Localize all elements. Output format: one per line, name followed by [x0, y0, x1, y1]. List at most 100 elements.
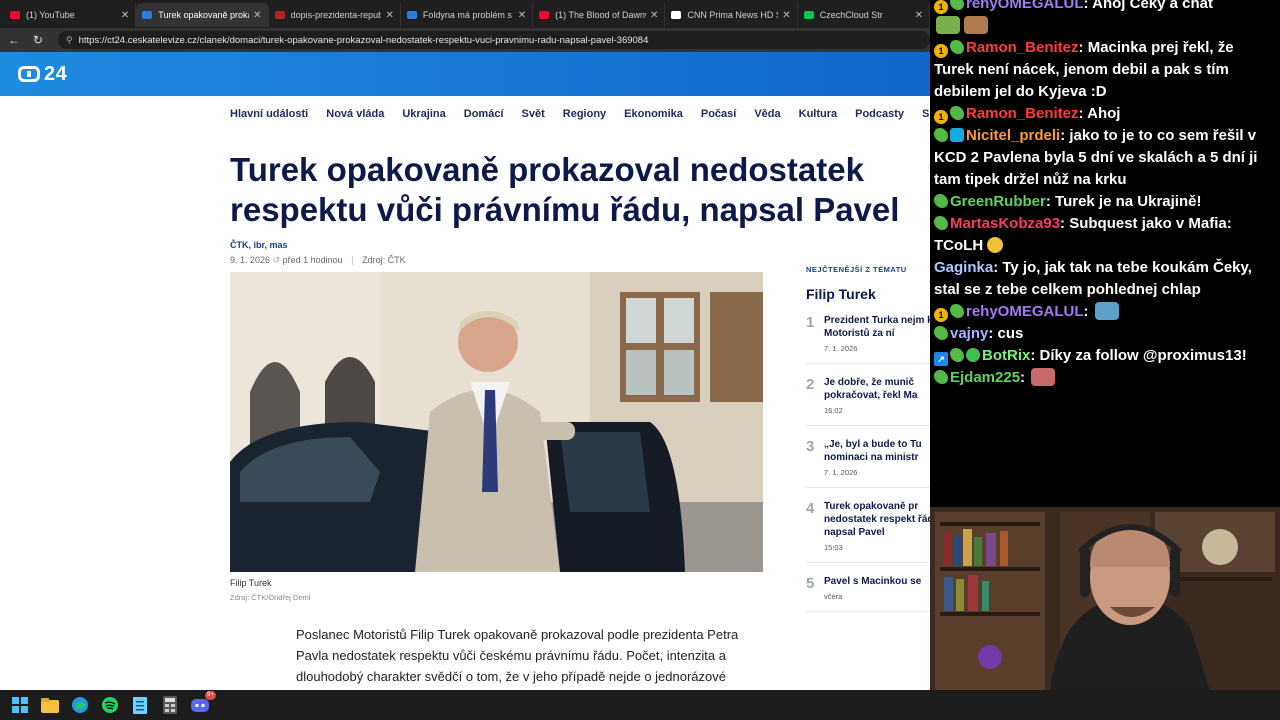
subscriber-badge-icon: 1: [934, 110, 948, 124]
chat-username[interactable]: rehyOMEGALUL: [966, 303, 1084, 320]
related-article-text: Turek opakovaně pr nedostatek respekt řá…: [824, 500, 930, 552]
related-article-item[interactable]: 1 Prezident Turka nejm klub Motoristů za …: [806, 314, 930, 364]
spotify-icon[interactable]: [100, 695, 120, 715]
close-tab-icon[interactable]: ✕: [782, 10, 790, 21]
chat-separator: :: [1083, 0, 1093, 12]
related-article-text: „Je, byl a bude to Tu nominaci na minist…: [824, 438, 930, 477]
related-article-item[interactable]: 2 Je dobře, že munič pokračovat, řekl Ma 1…: [806, 376, 930, 426]
leaf-badge-icon: [934, 216, 948, 230]
url-field[interactable]: ⚲ https://ct24.ceskatelevize.cz/clanek/d…: [58, 31, 930, 49]
nav-item[interactable]: Věda: [754, 108, 780, 120]
tab-label: dopis-prezidenta-republiky-p: [290, 10, 382, 20]
screen: (1) YouTube✕Turek opakovaně prokazoval✕d…: [0, 0, 1280, 720]
chat-username[interactable]: BotRix: [982, 347, 1030, 364]
tab-label: CzechCloud Str: [819, 10, 883, 20]
webcam-feed: [930, 507, 1280, 690]
related-article-title[interactable]: Je dobře, že munič pokračovat, řekl Ma: [824, 376, 930, 402]
rank-number: 1: [806, 314, 815, 331]
article-source: Zdroj: ČTK: [362, 255, 406, 265]
back-icon[interactable]: ←: [4, 33, 24, 47]
address-bar: ← ↻ ⚲ https://ct24.ceskatelevize.cz/clan…: [0, 28, 930, 52]
tab-strip: (1) YouTube✕Turek opakovaně prokazoval✕d…: [0, 0, 930, 28]
discord-notification-badge: 9+: [205, 691, 216, 700]
chat-emote-icon: [1094, 302, 1119, 320]
close-tab-icon[interactable]: ✕: [650, 10, 658, 21]
related-article-text: Je dobře, že munič pokračovat, řekl Ma 16…: [824, 376, 930, 415]
nav-item[interactable]: Hlavní události: [230, 108, 308, 120]
nav-item[interactable]: Svět: [522, 108, 545, 120]
chat-username[interactable]: Nicitel_prdeli: [966, 127, 1060, 144]
sidebar-topic[interactable]: Filip Turek: [806, 286, 930, 302]
windows-start-icon[interactable]: [10, 695, 30, 715]
browser-tab[interactable]: Foldyna má problém s vyslov ✕: [401, 3, 534, 27]
chat-message: Gaginka: Ty jo, jak tak na tebe koukám Č…: [930, 257, 1280, 301]
chat-message: Nicitel_prdeli: jako to je to co sem řeš…: [930, 125, 1280, 191]
chat-message: 1 Ramon_Benitez: Ahoj: [930, 103, 1280, 125]
chat-username[interactable]: rehyOMEGALUL: [966, 0, 1084, 12]
site-info-icon[interactable]: ⚲: [66, 35, 73, 46]
related-article-title[interactable]: „Je, byl a bude to Tu nominaci na minist…: [824, 438, 930, 464]
nav-item[interactable]: Spo: [922, 108, 930, 120]
article-authors[interactable]: ČTK, ibr, mas: [230, 240, 288, 250]
url-text: https://ct24.ceskatelevize.cz/clanek/dom…: [78, 34, 649, 46]
chat-username[interactable]: GreenRubber: [950, 193, 1046, 210]
verified-badge-icon: [966, 348, 980, 362]
nav-item[interactable]: Nová vláda: [326, 108, 384, 120]
ct24-logo[interactable]: 24: [18, 63, 67, 86]
related-article-title[interactable]: Pavel s Macinkou se: [824, 575, 921, 588]
leaf-badge-icon: [950, 0, 964, 10]
close-tab-icon[interactable]: ✕: [915, 10, 923, 21]
leaf-badge-icon: [934, 128, 948, 142]
webcam-illustration: [930, 507, 1280, 690]
chat-username[interactable]: Ejdam225: [950, 369, 1020, 386]
calculator-icon[interactable]: [160, 695, 180, 715]
chat-separator: :: [1030, 347, 1040, 364]
leaf-badge-icon: [950, 304, 964, 318]
close-tab-icon[interactable]: ✕: [385, 10, 393, 21]
nav-item[interactable]: Kultura: [799, 108, 838, 120]
edge-browser-icon[interactable]: [70, 695, 90, 715]
photo-source: Zdroj: ČTK/Ondřej Deml: [230, 593, 311, 602]
nav-item[interactable]: Ekonomika: [624, 108, 683, 120]
chat-username[interactable]: Ramon_Benitez: [966, 39, 1079, 56]
related-article-text: Pavel s Macinkou se včera: [824, 575, 921, 601]
chat-separator: :: [1078, 39, 1088, 56]
chat-separator: :: [1045, 193, 1056, 210]
article-photo[interactable]: [230, 272, 763, 572]
tab-label: Foldyna má problém s vyslov: [422, 10, 514, 20]
reload-icon[interactable]: ↻: [28, 33, 48, 47]
related-article-item[interactable]: 5 Pavel s Macinkou se včera: [806, 575, 930, 612]
chat-username[interactable]: vajny: [950, 325, 988, 342]
chat-separator: :: [1060, 127, 1070, 144]
browser-tab[interactable]: CNN Prima News HD Sledujte ✕: [665, 3, 798, 27]
browser-tab[interactable]: Turek opakovaně prokazoval ✕: [136, 3, 269, 27]
site-header: 24: [0, 52, 930, 96]
file-explorer-icon[interactable]: [40, 695, 60, 715]
close-tab-icon[interactable]: ✕: [253, 10, 261, 21]
browser-tab[interactable]: dopis-prezidenta-republiky-p✕: [269, 3, 401, 27]
nav-item[interactable]: Podcasty: [855, 108, 904, 120]
notepad-icon[interactable]: [130, 695, 150, 715]
chat-username[interactable]: MartasKobza93: [950, 215, 1060, 232]
nav-item[interactable]: Ukrajina: [402, 108, 445, 120]
nav-item[interactable]: Regiony: [563, 108, 606, 120]
chat-emote-icon: [936, 16, 960, 34]
chat-text: Ahoj Čeky a chat: [1092, 0, 1213, 12]
browser-tab[interactable]: (1) The Blood of Dawnwalker ✕: [533, 3, 666, 27]
chat-message: 1 rehyOMEGALUL: Ahoj Čeky a chat: [930, 0, 1280, 37]
related-article-title[interactable]: Prezident Turka nejm klub Motoristů za n…: [824, 314, 930, 340]
chat-username[interactable]: Ramon_Benitez: [966, 105, 1079, 122]
discord-icon[interactable]: 9+: [190, 691, 216, 715]
close-tab-icon[interactable]: ✕: [518, 10, 526, 21]
browser-tab[interactable]: (1) YouTube ✕: [4, 3, 137, 27]
nav-item[interactable]: Počasí: [701, 108, 736, 120]
nav-item[interactable]: Domácí: [464, 108, 504, 120]
chat-message: 1 Ramon_Benitez: Macinka prej řekl, že Tu…: [930, 37, 1280, 103]
browser-tab[interactable]: CzechCloud Str ✕: [798, 3, 930, 27]
related-article-item[interactable]: 4 Turek opakovaně pr nedostatek respekt ř…: [806, 500, 930, 563]
related-article-title[interactable]: Turek opakovaně pr nedostatek respekt řá…: [824, 500, 930, 539]
close-tab-icon[interactable]: ✕: [121, 10, 129, 21]
chat-username[interactable]: Gaginka: [934, 259, 993, 276]
smiley-emoji-icon: [987, 237, 1004, 253]
related-article-item[interactable]: 3 „Je, byl a bude to Tu nominaci na minis…: [806, 438, 930, 488]
